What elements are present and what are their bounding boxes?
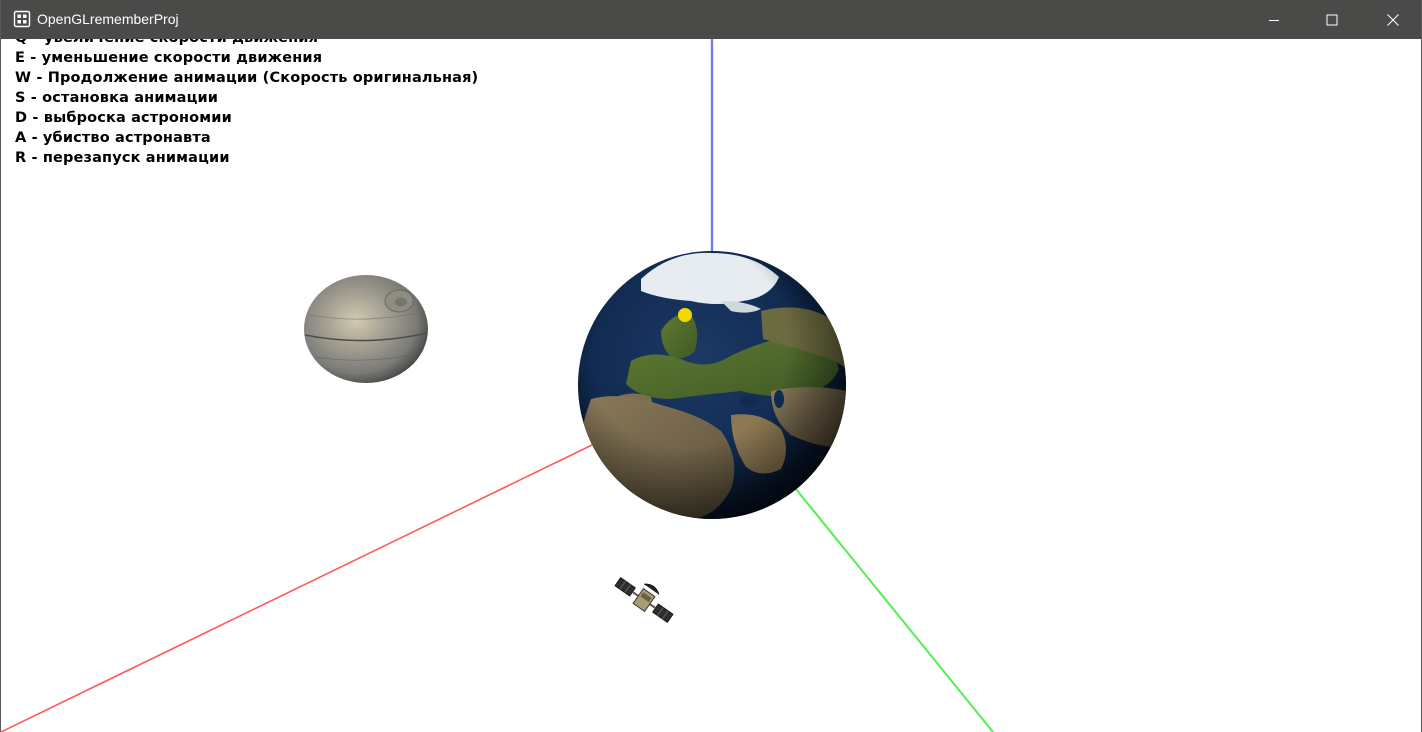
earth-globe	[578, 251, 846, 519]
help-line: A - убиство астронавта	[15, 130, 211, 146]
title-bar[interactable]: OpenGLrememberProj	[1, 0, 1421, 39]
app-window: OpenGLrememberProj E - уменьшение скорос…	[0, 0, 1422, 732]
satellite	[614, 576, 674, 624]
y-axis-line	[790, 482, 994, 732]
close-icon	[1386, 13, 1399, 26]
x-axis-line	[1, 444, 593, 732]
help-line: E - уменьшение скорости движения	[15, 50, 323, 66]
opengl-viewport[interactable]: Q - увеличение скорости движения E - уме…	[1, 39, 1421, 732]
minimize-icon	[1269, 19, 1279, 21]
help-line: D - выброска астрономии	[15, 110, 232, 126]
sun-marker	[678, 308, 692, 322]
death-star-moon	[304, 275, 428, 383]
help-line: S - остановка анимации	[15, 90, 219, 106]
window-title: OpenGLrememberProj	[37, 11, 179, 27]
help-line: Q - увеличение скорости движения	[15, 39, 478, 48]
help-line: W - Продолжение анимации (Скорость ориги…	[15, 70, 479, 86]
maximize-button[interactable]	[1303, 0, 1361, 39]
app-window-icon	[13, 10, 31, 28]
minimize-button[interactable]	[1245, 0, 1303, 39]
maximize-icon	[1326, 14, 1338, 25]
keyboard-help-list: Q - увеличение скорости движения E - уме…	[15, 39, 478, 168]
close-button[interactable]	[1362, 0, 1421, 39]
help-line: R - перезапуск анимации	[15, 150, 230, 166]
